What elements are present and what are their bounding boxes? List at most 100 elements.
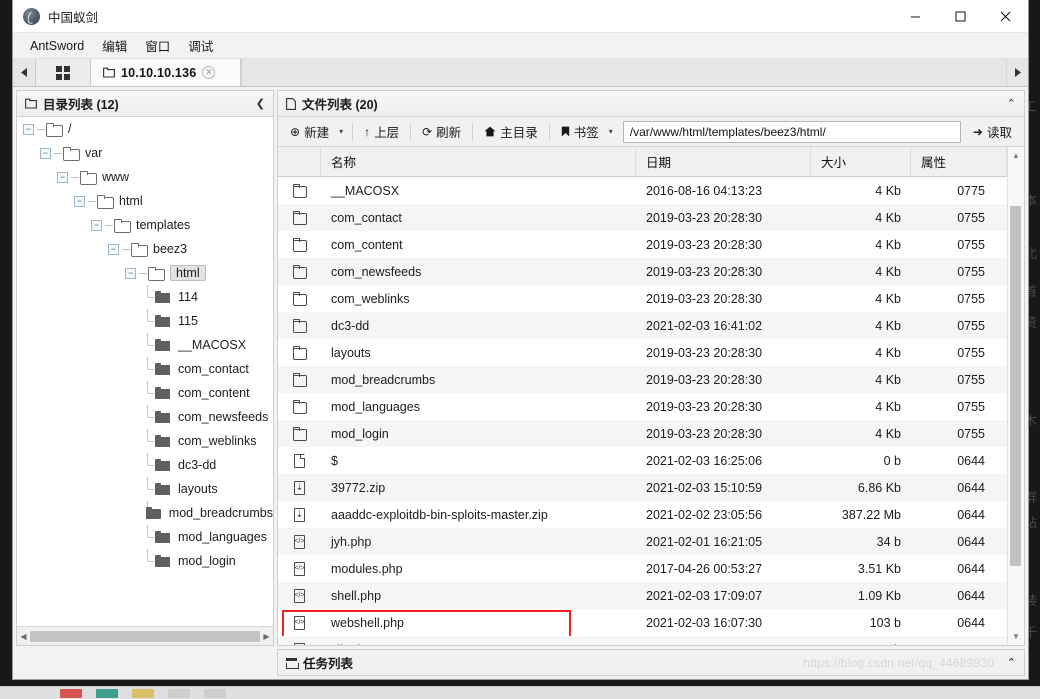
refresh-button[interactable]: ⟳ 刷新	[414, 121, 469, 143]
file-list-header: 文件列表 (20) ⌃	[278, 91, 1024, 117]
taskbar-app-icon[interactable]	[60, 688, 82, 698]
hscroll-thumb[interactable]	[30, 630, 260, 642]
file-row[interactable]: </> modules.php 2017-04-26 00:53:27 3.51 Kb…	[278, 555, 1007, 582]
taskbar-app-icon[interactable]	[204, 688, 226, 698]
file-row[interactable]: </> yjh.php2021-02-01 16:26:3334 b0644	[278, 636, 1007, 645]
directory-tree-collapse-icon[interactable]: ❮	[256, 97, 265, 110]
file-row[interactable]: com_contact 2019-03-23 20:28:30 4 Kb 0755	[278, 204, 1007, 231]
file-row[interactable]: $2021-02-03 16:25:06 0 b 0644	[278, 447, 1007, 474]
tree-node-www[interactable]: − www	[17, 165, 273, 189]
up-directory-button[interactable]: ↑ 上层	[356, 121, 407, 143]
hscroll-left-icon[interactable]: ◀	[17, 632, 30, 641]
bookmark-label: 书签	[573, 126, 599, 140]
tree-node-__MACOSX[interactable]: __MACOSX	[17, 333, 273, 357]
tree-node-beez3[interactable]: − beez3	[17, 237, 273, 261]
file-row[interactable]: ⇣ 39772.zip 2021-02-03 15:10:59 6.86 Kb 0644	[278, 474, 1007, 501]
file-row[interactable]: ⇣ aaaddc-exploitdb-bin-sploits-master.zip…	[278, 501, 1007, 528]
file-row-size: 387.22 Mb	[841, 507, 901, 522]
tab-close-icon[interactable]: ✕	[202, 66, 216, 79]
tree-node-com_newsfeeds[interactable]: com_newsfeeds	[17, 405, 273, 429]
file-row-icon: </>	[278, 582, 321, 609]
tree-node-114[interactable]: 114	[17, 285, 273, 309]
tree-node-com_contact[interactable]: com_contact	[17, 357, 273, 381]
close-button[interactable]	[983, 0, 1028, 33]
title-bar: 中国蚁剑	[13, 0, 1028, 33]
tab-connection-10-10-10-136[interactable]: 10.10.10.136 ✕	[91, 59, 241, 86]
column-header-name[interactable]: 名称	[321, 147, 636, 176]
tree-node-115[interactable]: 115	[17, 309, 273, 333]
file-row-size: 4 Kb	[875, 318, 901, 333]
column-header-attr[interactable]: 属性	[911, 147, 1007, 176]
bookmark-button[interactable]: 书签	[553, 121, 607, 143]
tree-node-layouts[interactable]: layouts	[17, 477, 273, 501]
grid-view-button[interactable]	[35, 59, 91, 86]
scrollbar-thumb[interactable]	[1010, 206, 1021, 566]
tree-expander-icon[interactable]: −	[91, 219, 102, 231]
file-row[interactable]: mod_languages 2019-03-23 20:28:30 4 Kb 0755	[278, 393, 1007, 420]
taskbar-app-icon[interactable]	[96, 688, 118, 698]
file-row[interactable]: </> jyh.php 2021-02-01 16:21:05 34 b 0644	[278, 528, 1007, 555]
scrollbar-track[interactable]	[1008, 164, 1024, 628]
new-button[interactable]: ⊕ 新建	[282, 121, 337, 143]
tab-scroll-left-button[interactable]	[13, 59, 35, 86]
menu-item-debug[interactable]: 调试	[179, 33, 222, 58]
path-input[interactable]	[622, 120, 961, 143]
tree-node-dc3-dd[interactable]: dc3-dd	[17, 453, 273, 477]
taskbar-app-icon[interactable]	[168, 688, 190, 698]
tree-node-mod_languages[interactable]: mod_languages	[17, 525, 273, 549]
tree-node-com_weblinks[interactable]: com_weblinks	[17, 429, 273, 453]
tree-node-var[interactable]: − var	[17, 141, 273, 165]
scroll-up-button[interactable]: ▲	[1008, 147, 1024, 164]
tree-node-[interactable]: − /	[17, 117, 273, 141]
new-dropdown-caret-icon[interactable]: ▾	[337, 127, 349, 136]
file-row[interactable]: layouts 2019-03-23 20:28:30 4 Kb 0755	[278, 339, 1007, 366]
file-list-vertical-scrollbar[interactable]: ▲ ▼	[1007, 147, 1024, 645]
column-header-size[interactable]: 大小	[811, 147, 911, 176]
scroll-down-button[interactable]: ▼	[1008, 628, 1024, 645]
tree-node-html[interactable]: − html	[17, 189, 273, 213]
file-row-date: 2019-03-23 20:28:30	[646, 264, 763, 279]
file-row-name: com_contact	[331, 210, 402, 225]
maximize-button[interactable]	[938, 0, 983, 33]
tree-expander-icon[interactable]: −	[108, 243, 119, 255]
file-row[interactable]: </> shell.php 2021-02-03 17:09:07 1.09 Kb 06…	[278, 582, 1007, 609]
tree-expander-icon[interactable]: −	[74, 195, 85, 207]
file-row[interactable]: com_weblinks 2019-03-23 20:28:30 4 Kb 0755	[278, 285, 1007, 312]
tree-node-label: mod_login	[178, 554, 236, 568]
tree-node-mod_login[interactable]: mod_login	[17, 549, 273, 573]
bookmark-dropdown-caret-icon[interactable]: ▾	[607, 127, 619, 136]
taskbar-app-icon[interactable]	[132, 688, 154, 698]
file-table: 名称 日期 大小 属性 __MACOSX 2016-08-16 04:13:23 4…	[278, 147, 1007, 645]
hscroll-right-icon[interactable]: ▶	[260, 632, 273, 641]
tree-expander-icon[interactable]: −	[40, 147, 51, 159]
menu-item-antsword[interactable]: AntSword	[21, 36, 93, 56]
tree-node-templates[interactable]: − templates	[17, 213, 273, 237]
file-row-icon: </>	[278, 555, 321, 582]
file-list-collapse-icon[interactable]: ⌃	[1007, 97, 1016, 110]
home-directory-button[interactable]: 主目录	[476, 121, 546, 143]
tree-node-html[interactable]: − html	[17, 261, 273, 285]
tree-node-com_content[interactable]: com_content	[17, 381, 273, 405]
file-row[interactable]: mod_login 2019-03-23 20:28:30 4 Kb 0755	[278, 420, 1007, 447]
tree-expander-icon[interactable]: −	[125, 267, 136, 279]
directory-tree-scroll[interactable]: − / − var − www − html − templates − beez3− html 114 1…	[17, 117, 273, 626]
file-row[interactable]: </> webshell.php 2021-02-03 16:07:30 103 b 0…	[278, 609, 1007, 639]
menu-item-window[interactable]: 窗口	[136, 33, 179, 58]
column-header-date[interactable]: 日期	[636, 147, 811, 176]
tree-connector-line	[142, 501, 154, 525]
task-list-bar[interactable]: 任务列表 https://blog.csdn.net/qq_44689930 ⌃	[277, 649, 1025, 676]
tab-scroll-right-button[interactable]	[1006, 59, 1028, 86]
file-row[interactable]: __MACOSX 2016-08-16 04:13:23 4 Kb 0775	[278, 177, 1007, 204]
directory-tree-hscrollbar[interactable]: ◀ ▶	[17, 626, 273, 645]
read-button[interactable]: ➜ 读取	[965, 121, 1020, 143]
file-row[interactable]: dc3-dd 2021-02-03 16:41:02 4 Kb 0755	[278, 312, 1007, 339]
tree-expander-icon[interactable]: −	[57, 171, 68, 183]
task-list-collapse-icon[interactable]: ⌃	[1007, 656, 1016, 669]
minimize-button[interactable]	[893, 0, 938, 33]
tree-expander-icon[interactable]: −	[23, 123, 34, 135]
tree-node-mod_breadcrumbs[interactable]: mod_breadcrumbs	[17, 501, 273, 525]
menu-item-edit[interactable]: 编辑	[93, 33, 136, 58]
file-row[interactable]: com_newsfeeds 2019-03-23 20:28:30 4 Kb 0755	[278, 258, 1007, 285]
file-row[interactable]: com_content 2019-03-23 20:28:30 4 Kb 0755	[278, 231, 1007, 258]
file-row[interactable]: mod_breadcrumbs 2019-03-23 20:28:30 4 Kb 07…	[278, 366, 1007, 393]
